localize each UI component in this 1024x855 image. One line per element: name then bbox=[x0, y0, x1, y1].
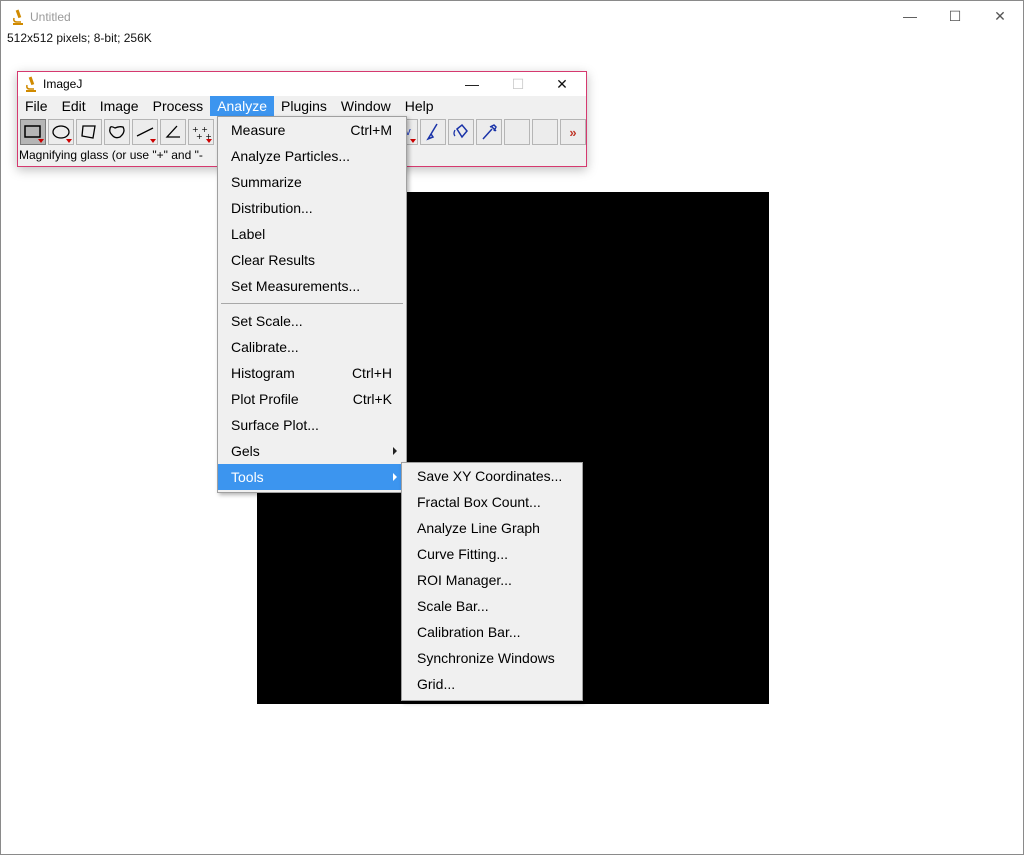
menu-item-analyze-particles[interactable]: Analyze Particles... bbox=[218, 143, 406, 169]
menu-item-clear-results[interactable]: Clear Results bbox=[218, 247, 406, 273]
status-bar: Magnifying glass (or use "+" and "- bbox=[19, 148, 203, 162]
more-tools-button[interactable]: » bbox=[560, 119, 586, 145]
submenu-item-curve-fitting[interactable]: Curve Fitting... bbox=[402, 541, 582, 567]
polygon-icon bbox=[81, 125, 96, 139]
pipette-icon bbox=[482, 124, 497, 140]
analyze-menu: Measure Ctrl+M Analyze Particles... Summari… bbox=[217, 116, 407, 493]
menu-item-surface-plot[interactable]: Surface Plot... bbox=[218, 412, 406, 438]
submenu-item-calibration-bar[interactable]: Calibration Bar... bbox=[402, 619, 582, 645]
maximize-icon: ☐ bbox=[948, 7, 962, 24]
menu-item-label: Set Measurements... bbox=[231, 278, 361, 294]
menu-item-summarize[interactable]: Summarize bbox=[218, 169, 406, 195]
menu-process[interactable]: Process bbox=[146, 96, 211, 116]
microscope-icon bbox=[26, 76, 36, 92]
imagej-close-button[interactable]: ✕ bbox=[542, 72, 582, 96]
menu-separator bbox=[221, 303, 403, 304]
menu-item-label: Distribution... bbox=[231, 200, 313, 216]
menu-item-label: Calibrate... bbox=[231, 339, 299, 355]
menu-item-label: Surface Plot... bbox=[231, 417, 319, 433]
menu-item-tools[interactable]: Tools bbox=[218, 464, 406, 490]
multipoint-tool[interactable]: + + + + bbox=[188, 119, 214, 145]
pipette-tool[interactable] bbox=[476, 119, 502, 145]
submenu-item-grid[interactable]: Grid... bbox=[402, 671, 582, 697]
menu-shortcut: Ctrl+H bbox=[351, 365, 392, 381]
brush-tool[interactable] bbox=[420, 119, 446, 145]
menu-help[interactable]: Help bbox=[398, 96, 441, 116]
minimize-icon: — bbox=[465, 76, 479, 92]
imagej-title: ImageJ bbox=[43, 77, 83, 91]
menu-item-set-measurements[interactable]: Set Measurements... bbox=[218, 273, 406, 299]
rectangle-tool[interactable] bbox=[20, 119, 46, 145]
submenu-item-roi-manager[interactable]: ROI Manager... bbox=[402, 567, 582, 593]
empty-tool-slot-1[interactable] bbox=[504, 119, 530, 145]
menu-item-label: Label bbox=[231, 226, 266, 242]
tools-submenu: Save XY Coordinates... Fractal Box Count.… bbox=[401, 462, 583, 701]
submenu-item-analyze-line-graph[interactable]: Analyze Line Graph bbox=[402, 515, 582, 541]
menu-window[interactable]: Window bbox=[334, 96, 398, 116]
menu-item-label: Tools bbox=[231, 469, 264, 485]
menu-item-label: Plot Profile bbox=[231, 391, 299, 407]
submenu-item-save-xy-coordinates[interactable]: Save XY Coordinates... bbox=[402, 463, 582, 489]
submenu-item-synchronize-windows[interactable]: Synchronize Windows bbox=[402, 645, 582, 671]
menu-item-calibrate[interactable]: Calibrate... bbox=[218, 334, 406, 360]
menu-shortcut: Ctrl+K bbox=[352, 391, 392, 407]
imagej-minimize-button[interactable]: — bbox=[452, 72, 492, 96]
menubar: File Edit Image Process Analyze Plugins … bbox=[18, 96, 441, 116]
double-chevron-icon: » bbox=[569, 124, 577, 140]
menu-item-gels[interactable]: Gels bbox=[218, 438, 406, 464]
freehand-tool[interactable] bbox=[104, 119, 130, 145]
flood-fill-tool[interactable] bbox=[448, 119, 474, 145]
image-info: 512x512 pixels; 8-bit; 256K bbox=[7, 31, 152, 45]
submenu-arrow-icon bbox=[393, 473, 397, 481]
menu-item-label: Set Scale... bbox=[231, 313, 303, 329]
menu-item-label: Measure bbox=[231, 122, 286, 138]
menu-plugins[interactable]: Plugins bbox=[274, 96, 334, 116]
submenu-item-fractal-box-count[interactable]: Fractal Box Count... bbox=[402, 489, 582, 515]
freehand-icon bbox=[109, 126, 125, 139]
menu-image[interactable]: Image bbox=[93, 96, 146, 116]
submenu-arrow-icon bbox=[393, 447, 397, 455]
menu-item-distribution[interactable]: Distribution... bbox=[218, 195, 406, 221]
paintbrush-icon bbox=[426, 123, 438, 141]
menu-item-label: Analyze Particles... bbox=[231, 148, 351, 164]
fill-icon bbox=[453, 123, 468, 139]
menu-item-plot-profile[interactable]: Plot Profile Ctrl+K bbox=[218, 386, 406, 412]
angle-tool[interactable] bbox=[160, 119, 186, 145]
menu-item-label: Clear Results bbox=[231, 252, 316, 268]
imagej-titlebar: ImageJ — ☐ ✕ bbox=[18, 72, 586, 96]
menu-analyze[interactable]: Analyze bbox=[210, 96, 274, 116]
menu-edit[interactable]: Edit bbox=[55, 96, 93, 116]
menu-shortcut: Ctrl+M bbox=[350, 122, 392, 138]
empty-tool-slot-2[interactable] bbox=[532, 119, 558, 145]
close-icon: ✕ bbox=[556, 75, 568, 92]
maximize-icon: ☐ bbox=[511, 75, 525, 92]
submenu-item-scale-bar[interactable]: Scale Bar... bbox=[402, 593, 582, 619]
menu-item-label: Summarize bbox=[231, 174, 302, 190]
menu-item-label[interactable]: Label bbox=[218, 221, 406, 247]
close-button[interactable]: ✕ bbox=[977, 1, 1023, 31]
menu-item-measure[interactable]: Measure Ctrl+M bbox=[218, 117, 406, 143]
minimize-button[interactable]: — bbox=[887, 1, 933, 31]
minimize-icon: — bbox=[903, 8, 917, 24]
menu-file[interactable]: File bbox=[18, 96, 55, 116]
menu-item-label: Histogram bbox=[231, 365, 295, 381]
oval-tool[interactable] bbox=[48, 119, 74, 145]
image-window-titlebar: Untitled bbox=[11, 9, 71, 25]
close-icon: ✕ bbox=[994, 7, 1006, 24]
menu-item-set-scale[interactable]: Set Scale... bbox=[218, 308, 406, 334]
maximize-button[interactable]: ☐ bbox=[932, 1, 978, 31]
menu-item-label: Gels bbox=[231, 443, 260, 459]
polygon-tool[interactable] bbox=[76, 119, 102, 145]
line-tool[interactable] bbox=[132, 119, 158, 145]
image-window-title: Untitled bbox=[30, 10, 71, 24]
imagej-maximize-button[interactable]: ☐ bbox=[498, 72, 538, 96]
menu-item-histogram[interactable]: Histogram Ctrl+H bbox=[218, 360, 406, 386]
microscope-icon bbox=[13, 9, 23, 25]
angle-icon bbox=[165, 125, 180, 138]
